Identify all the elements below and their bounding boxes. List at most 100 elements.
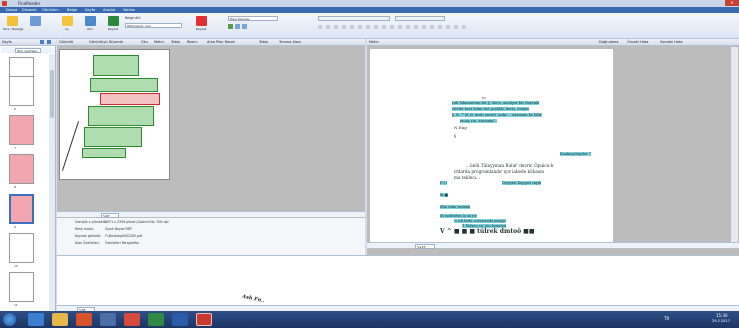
tool-picture[interactable]: Resim: [187, 40, 198, 44]
close-button[interactable]: ✕: [725, 0, 739, 6]
taskbar-chrome-icon[interactable]: [124, 313, 140, 326]
tool-table-2[interactable]: Tablo: [259, 40, 268, 44]
menu-item-page[interactable]: Sayfa: [85, 8, 95, 12]
open-button[interactable]: Aç: [58, 16, 76, 38]
tool-edit-image[interactable]: Görüntüyü Düzenle: [89, 40, 123, 44]
text-block-highlight[interactable]: [90, 78, 158, 92]
recognized-line[interactable]: Kunkuyalırpiler 7: [560, 152, 591, 156]
text-scrollbar[interactable]: [731, 47, 738, 247]
menu-item-view[interactable]: Görünüm: [42, 8, 59, 12]
picture-block-highlight[interactable]: [100, 93, 160, 105]
menu-item-edit[interactable]: Düzenle: [22, 8, 37, 12]
recognized-line[interactable]: N Eng: [454, 125, 467, 130]
pages-panel-header: Sayfa: [0, 39, 56, 46]
taskbar-finereader-icon[interactable]: [196, 313, 212, 326]
previous-error-button[interactable]: Önceki Hata: [627, 40, 648, 44]
page-thumbnail-8[interactable]: [9, 154, 34, 184]
clock-time[interactable]: 15:30: [716, 313, 728, 318]
all-pages-button[interactable]: Tüm resimleri: [15, 47, 41, 53]
app-window: FineReader ✕ Dosya Düzenle Görünüm Belge…: [0, 0, 739, 328]
page-thumbnail-11[interactable]: [9, 272, 34, 302]
pages-scroll-thumb[interactable]: [50, 70, 54, 118]
scan-label: Tara / Belleğe: [3, 27, 24, 31]
save-button[interactable]: Kaydet: [104, 16, 122, 38]
taskbar-app-icon[interactable]: [100, 313, 116, 326]
recognized-line[interactable]: §, B. '* M.rl. ürüb entrili 'Ankr... 'Ak…: [452, 113, 542, 117]
page-thumbnail-6[interactable]: [9, 76, 34, 106]
page-number: 6: [14, 107, 16, 111]
layout-alt-icon[interactable]: [235, 24, 240, 29]
tool-recognition-area[interactable]: Tanıma Alanı: [279, 40, 301, 44]
verify-button[interactable]: Doğrulama: [599, 40, 618, 44]
menu-item-document[interactable]: Belge: [67, 8, 77, 12]
image-zoom-select[interactable]: %87: [101, 212, 119, 218]
taskbar-media-icon[interactable]: [76, 313, 92, 326]
image-pane-header: Görüntü Görüntüyü Düzenle Oku Metni Tabl…: [57, 39, 365, 46]
recognized-line[interactable]: Ifı tsekvifirn iş an jsr: [440, 214, 477, 218]
clock-date[interactable]: 29.2.2017: [712, 319, 730, 323]
recognized-line[interactable]: tllm tnbn trnlimk: [440, 205, 471, 209]
image-zoom-bar: %87: [57, 211, 365, 218]
page-thumbnail-10[interactable]: [9, 233, 34, 263]
tool-bg-picture[interactable]: Arka Plan Resmi: [207, 40, 235, 44]
recognized-line[interactable]: muaş rin. aramam!..: [460, 119, 498, 123]
recognized-line[interactable]: §: [454, 133, 456, 138]
save-format-select[interactable]: Ders Kopyası: [228, 16, 278, 21]
scanned-page-image[interactable]: [59, 49, 170, 180]
tool-read[interactable]: Oku: [141, 40, 148, 44]
recognized-line[interactable]: ırtlarda programlandır iyır iabede kübas…: [454, 169, 544, 174]
recognized-line[interactable]: rnb hilmanesini bir § 'öncü, analiyer bi…: [452, 101, 540, 105]
recognized-line[interactable]: Dejeyini Kopyalı saydı: [502, 181, 542, 185]
page-thumbnail-9-selected[interactable]: [9, 194, 34, 224]
keyboard-language[interactable]: TR: [664, 316, 669, 321]
page-number: 11: [14, 303, 18, 307]
recognized-line[interactable]: V ^ ■ ■ ■ tülrek dmtoö ■■: [440, 228, 535, 235]
page-thumbnail-7[interactable]: [9, 115, 34, 145]
maximize-button[interactable]: [711, 0, 725, 6]
recognized-line[interactable]: 's ıslı birlü sonrasında pasaje: [454, 219, 506, 223]
page-number: 9: [14, 225, 16, 229]
recognized-text-page[interactable]: Hi rnb hilmanesini bir § 'öncü, analiyer…: [370, 49, 613, 245]
minimize-button[interactable]: [697, 0, 711, 6]
save-label: Kaydet: [107, 27, 119, 31]
recognized-line[interactable]: Hi: [482, 96, 486, 100]
scanner-icon: [6, 16, 18, 26]
start-button[interactable]: [3, 313, 16, 326]
zoom-window[interactable]: Ash Fn..: [57, 255, 739, 311]
taskbar-explorer-icon[interactable]: [52, 313, 68, 326]
read-button[interactable]: Oku: [81, 16, 99, 38]
language-select[interactable]: Ottomanto, ingi: [125, 23, 182, 28]
font-select[interactable]: [318, 16, 390, 21]
recognized-line[interactable]: tk ■: [440, 193, 448, 197]
properties-panel: Genişlik x yükseklik: 1971 x 2359 piksel…: [57, 218, 365, 255]
scan-options-button[interactable]: [26, 16, 44, 38]
recognized-line[interactable]: ...ünlü Tülayyınan Buluf 'devrir, Opuicu…: [466, 163, 553, 168]
tool-text[interactable]: Metni: [154, 40, 164, 44]
folder-icon: [61, 16, 73, 26]
menu-item-help[interactable]: Yardım: [123, 8, 135, 12]
taskbar-excel-icon[interactable]: [148, 313, 164, 326]
prop-value[interactable]: Özellikleri Paragraflar: [105, 241, 139, 245]
next-error-button[interactable]: Sonraki Hata: [660, 40, 683, 44]
layout-icon[interactable]: [228, 24, 233, 29]
tool-table[interactable]: Tablo: [171, 40, 180, 44]
text-block-highlight[interactable]: [84, 127, 142, 147]
pages-scrollbar[interactable]: [49, 54, 55, 310]
taskbar-ie-icon[interactable]: [28, 313, 44, 326]
menu-item-tools[interactable]: Araçlar: [103, 8, 116, 12]
scan-button[interactable]: Tara / Belleğe: [3, 16, 24, 38]
recognized-line[interactable]: F:i t: [440, 181, 448, 185]
save-pdf-button[interactable]: Kaydet: [192, 16, 210, 38]
text-block-highlight[interactable]: [88, 106, 154, 126]
text-block-highlight[interactable]: [93, 55, 139, 76]
text-block-highlight[interactable]: [82, 148, 126, 158]
text-zoom-select[interactable]: %125: [415, 243, 435, 249]
layout-mode-icon[interactable]: [242, 24, 247, 29]
pages-view-icon[interactable]: [40, 40, 44, 44]
recognized-line[interactable]: tlevlet bezi bilmi liet poslikli, keriş,…: [452, 107, 529, 111]
taskbar-word-icon[interactable]: [172, 313, 188, 326]
size-select[interactable]: [395, 16, 445, 21]
recognized-line[interactable]: ma teklecı...: [454, 175, 480, 180]
pages-menu-icon[interactable]: [47, 40, 51, 44]
menu-item-file[interactable]: Dosya: [6, 8, 17, 12]
